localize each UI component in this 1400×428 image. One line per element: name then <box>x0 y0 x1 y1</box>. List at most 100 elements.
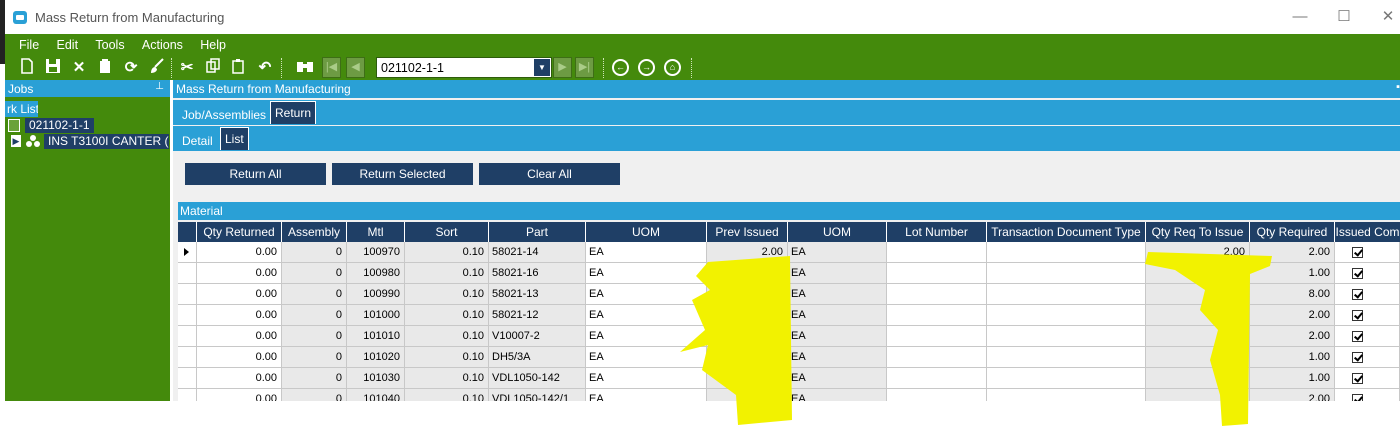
job-combo[interactable]: 021102-1-1 ▼ <box>376 57 552 78</box>
issued-complete-checkbox[interactable] <box>1352 373 1363 384</box>
save-icon[interactable] <box>43 58 63 78</box>
row-selector[interactable] <box>178 347 197 368</box>
column-header-assembly[interactable]: Assembly <box>282 222 347 242</box>
minimize-button[interactable]: — <box>1280 6 1320 28</box>
column-header-sort[interactable]: Sort <box>405 222 489 242</box>
issued-complete-checkbox[interactable] <box>1352 352 1363 363</box>
qty-returned-cell[interactable]: 0.00 <box>197 305 282 326</box>
back-icon[interactable]: ← <box>612 59 629 76</box>
previous-record-button[interactable]: ◀ <box>346 57 365 78</box>
issued-complete-cell[interactable] <box>1335 347 1400 368</box>
issued-complete-cell[interactable] <box>1335 284 1400 305</box>
cut-icon[interactable]: ✂ <box>177 58 197 78</box>
issued-complete-cell[interactable] <box>1335 326 1400 347</box>
table-row[interactable]: 0.00 0 101030 0.10 VDL1050-142 EA 1.00 EA 1.00 1.… <box>178 368 1400 389</box>
paste-icon[interactable] <box>229 58 249 78</box>
tab-job-assemblies[interactable]: Job/Assemblies <box>178 104 270 124</box>
table-row[interactable]: 0.00 0 100990 0.10 58021-13 EA 8.00 EA 8.00 8.00 <box>178 284 1400 305</box>
tab-list[interactable]: List <box>220 127 249 150</box>
uom-2-cell: EA <box>788 347 887 368</box>
clear-all-button[interactable]: Clear All <box>479 163 620 185</box>
last-record-button[interactable]: ▶| <box>575 57 594 78</box>
clear-icon[interactable] <box>95 58 115 78</box>
column-header-transaction-document-type[interactable]: Transaction Document Type <box>987 222 1146 242</box>
row-selector[interactable] <box>178 242 197 263</box>
new-icon[interactable] <box>17 58 37 78</box>
pin-icon[interactable]: ⊥ <box>155 81 164 92</box>
column-header-qty-req-to-issue[interactable]: Qty Req To Issue <box>1146 222 1250 242</box>
qty-returned-cell[interactable]: 0.00 <box>197 347 282 368</box>
column-header-issued-complete[interactable]: Issued Com <box>1335 222 1400 242</box>
qty-returned-cell[interactable]: 0.00 <box>197 389 282 401</box>
column-header-prev-issued[interactable]: Prev Issued <box>707 222 788 242</box>
menu-help[interactable]: Help <box>200 34 226 52</box>
tab-return[interactable]: Return <box>270 101 317 124</box>
transaction-document-type-cell <box>987 368 1146 389</box>
issued-complete-cell[interactable] <box>1335 305 1400 326</box>
delete-icon[interactable]: ✕ <box>69 58 89 78</box>
issued-complete-checkbox[interactable] <box>1352 331 1363 342</box>
menu-file[interactable]: File <box>19 34 39 52</box>
issued-complete-cell[interactable] <box>1335 263 1400 284</box>
assembly-cell: 0 <box>282 368 347 389</box>
column-header-uom[interactable]: UOM <box>586 222 707 242</box>
maximize-button[interactable]: ☐ <box>1324 6 1364 28</box>
row-selector[interactable] <box>178 284 197 305</box>
lot-number-cell <box>887 347 987 368</box>
prev-issued-cell: 2.00 <box>707 242 788 263</box>
qty-returned-cell[interactable]: 0.00 <box>197 263 282 284</box>
column-header-mtl[interactable]: Mtl <box>347 222 405 242</box>
close-button[interactable]: ✕ <box>1368 6 1400 28</box>
undo-icon[interactable]: ↶ <box>255 58 275 78</box>
qty-returned-cell[interactable]: 0.00 <box>197 368 282 389</box>
issued-complete-checkbox[interactable] <box>1352 268 1363 279</box>
search-icon[interactable] <box>295 58 315 78</box>
row-selector[interactable] <box>178 305 197 326</box>
issued-complete-checkbox[interactable] <box>1352 289 1363 300</box>
toolbar: ✕ ⟳ ✂ ↶ |◀ ◀ 021102-1-1 ▼ ▶ ▶| ← → ⌂ <box>5 55 1400 80</box>
prev-issued-cell: 1.00 <box>707 263 788 284</box>
issued-complete-cell[interactable] <box>1335 389 1400 401</box>
brush-icon[interactable] <box>147 58 167 78</box>
row-selector[interactable] <box>178 326 197 347</box>
home-icon[interactable]: ⌂ <box>664 59 681 76</box>
qty-req-to-issue-cell: 1.00 <box>1146 263 1250 284</box>
menu-actions[interactable]: Actions <box>142 34 183 52</box>
table-row[interactable]: 0.00 0 101010 0.10 V10007-2 EA 2.00 EA 2.00 2.00 <box>178 326 1400 347</box>
row-selector[interactable] <box>178 263 197 284</box>
column-header-lot-number[interactable]: Lot Number <box>887 222 987 242</box>
forward-icon[interactable]: → <box>638 59 655 76</box>
next-record-button[interactable]: ▶ <box>553 57 572 78</box>
issued-complete-checkbox[interactable] <box>1352 247 1363 258</box>
issued-complete-cell[interactable] <box>1335 242 1400 263</box>
column-header-qty-returned[interactable]: Qty Returned <box>197 222 282 242</box>
row-selector[interactable] <box>178 389 197 401</box>
panel-menu-icon[interactable]: ▪ <box>1396 81 1400 93</box>
return-selected-button[interactable]: Return Selected <box>332 163 473 185</box>
table-row[interactable]: 0.00 0 101040 0.10 VDL1050-142/1 EA 2.00 EA 2.00… <box>178 389 1400 401</box>
refresh-icon[interactable]: ⟳ <box>121 58 141 78</box>
row-selector[interactable] <box>178 368 197 389</box>
qty-returned-cell[interactable]: 0.00 <box>197 242 282 263</box>
prev-issued-cell: 2.00 <box>707 305 788 326</box>
menu-tools[interactable]: Tools <box>95 34 124 52</box>
table-row[interactable]: 0.00 0 101020 0.10 DH5/3A EA 1.00 EA 1.00 1.00 <box>178 347 1400 368</box>
issued-complete-checkbox[interactable] <box>1352 310 1363 321</box>
issued-complete-checkbox[interactable] <box>1352 394 1363 401</box>
return-all-button[interactable]: Return All <box>185 163 326 185</box>
menu-edit[interactable]: Edit <box>57 34 79 52</box>
table-row[interactable]: 0.00 0 100970 0.10 58021-14 EA 2.00 EA 2.00 2.00 <box>178 242 1400 263</box>
table-row[interactable]: 0.00 0 100980 0.10 58021-16 EA 1.00 EA 1.00 1.00 <box>178 263 1400 284</box>
chevron-down-icon[interactable]: ▼ <box>534 59 550 76</box>
qty-returned-cell[interactable]: 0.00 <box>197 284 282 305</box>
column-header-qty-required[interactable]: Qty Required <box>1250 222 1335 242</box>
copy-icon[interactable] <box>203 58 223 78</box>
column-header-uom-2[interactable]: UOM <box>788 222 887 242</box>
qty-returned-cell[interactable]: 0.00 <box>197 326 282 347</box>
issued-complete-cell[interactable] <box>1335 368 1400 389</box>
column-header-part[interactable]: Part <box>489 222 586 242</box>
tab-detail[interactable]: Detail <box>178 130 217 150</box>
expand-icon[interactable]: ▶ <box>11 135 21 147</box>
table-row[interactable]: 0.00 0 101000 0.10 58021-12 EA 2.00 EA 2.00 2.00 <box>178 305 1400 326</box>
first-record-button[interactable]: |◀ <box>322 57 341 78</box>
